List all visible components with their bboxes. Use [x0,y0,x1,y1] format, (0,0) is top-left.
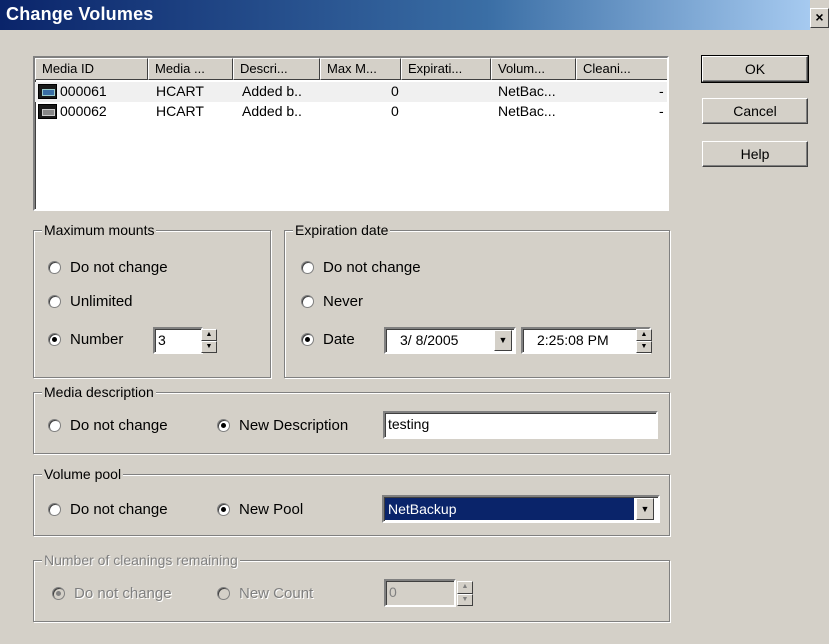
cleanings-label: Number of cleanings remaining [42,552,240,568]
media-description-label: Media description [42,384,156,400]
cell-volume-pool: NetBac... [498,83,556,99]
radio-icon [301,261,314,274]
new-description-radio[interactable]: New Description [217,417,348,434]
pool-select-value: NetBackup [385,498,634,520]
tape-icon [38,104,57,119]
cell-description: Added b.. [242,103,302,119]
volume-pool-label: Volume pool [42,466,124,482]
cell-cleanings: - [659,83,664,99]
pool-select[interactable]: NetBackup [382,495,660,523]
cancel-button[interactable]: Cancel [702,98,808,124]
description-input[interactable]: testing [383,411,658,439]
radio-label: New Pool [239,501,304,518]
radio-icon [48,261,61,274]
radio-icon [48,503,61,516]
cleanings-no-change-radio: Do not change [52,585,172,602]
radio-icon [301,295,314,308]
number-spinner[interactable]: ▲ ▼ [201,329,217,353]
spin-down-icon[interactable]: ▼ [636,341,652,353]
cell-media-id: 000061 [60,83,107,99]
cell-max-mounts: 0 [391,103,399,119]
radio-icon [48,333,61,346]
new-count-radio: New Count [217,585,313,602]
cleanings-group: Number of cleanings remaining Do not cha… [33,552,670,622]
expiration-never-radio[interactable]: Never [301,293,363,310]
cell-description: Added b.. [242,83,302,99]
radio-label: Never [323,293,364,310]
date-dropdown-icon[interactable]: ▼ [494,330,512,351]
cell-media-type: HCART [156,103,204,119]
cell-max-mounts: 0 [391,83,399,99]
max-mounts-number-radio[interactable]: Number [48,331,123,348]
spin-up-icon[interactable]: ▲ [201,329,217,341]
time-field[interactable]: 2:25:08 PM [521,327,651,354]
count-field: 0 [384,579,456,607]
radio-label: Do not change [70,417,168,434]
radio-label: Do not change [70,501,168,518]
table-row[interactable]: 000062 HCART Added b.. 0 NetBac... - [35,102,667,122]
volume-pool-group: Volume pool Do not change New Pool NetBa… [33,466,670,536]
title-bar: Change Volumes × [0,0,829,30]
max-mounts-label: Maximum mounts [42,222,157,238]
number-field[interactable]: 3 [153,327,203,354]
spin-up-icon: ▲ [457,581,473,594]
count-spinner: ▲ ▼ [457,581,473,606]
table-row[interactable]: 000061 HCART Added b.. 0 NetBac... - [35,82,667,102]
spin-down-icon[interactable]: ▼ [201,341,217,353]
expiration-date-radio[interactable]: Date [301,331,355,348]
col-media-id[interactable]: Media ID [35,58,148,80]
new-pool-radio[interactable]: New Pool [217,501,303,518]
spin-up-icon[interactable]: ▲ [636,329,652,341]
cell-media-id: 000062 [60,103,107,119]
col-max-mounts[interactable]: Max M... [320,58,401,80]
pool-no-change-radio[interactable]: Do not change [48,501,168,518]
radio-label: New Count [239,585,314,602]
tape-icon [38,84,57,99]
max-mounts-unlimited-radio[interactable]: Unlimited [48,293,133,310]
radio-label: Date [323,331,355,348]
radio-label: Do not change [70,259,168,276]
spin-down-icon: ▼ [457,593,473,606]
col-media-type[interactable]: Media ... [148,58,233,80]
col-volume-pool[interactable]: Volum... [491,58,576,80]
radio-label: Number [70,331,124,348]
cell-volume-pool: NetBac... [498,103,556,119]
radio-label: Do not change [323,259,421,276]
media-description-group: Media description Do not change New Desc… [33,384,670,454]
radio-label: Do not change [74,585,172,602]
radio-label: Unlimited [70,293,133,310]
window-title: Change Volumes [6,4,154,24]
help-button[interactable]: Help [702,141,808,167]
time-spinner[interactable]: ▲ ▼ [636,329,652,353]
close-button[interactable]: × [810,8,829,28]
col-description[interactable]: Descri... [233,58,320,80]
max-mounts-no-change-radio[interactable]: Do not change [48,259,168,276]
radio-label: New Description [239,417,349,434]
cell-cleanings: - [659,103,664,119]
expiration-label: Expiration date [293,222,391,238]
radio-icon [217,419,230,432]
radio-icon [48,295,61,308]
list-header: Media ID Media ... Descri... Max M... Ex… [35,58,667,80]
cell-media-type: HCART [156,83,204,99]
ok-button[interactable]: OK [701,55,809,83]
col-cleanings[interactable]: Cleani... [576,58,667,80]
radio-icon [48,419,61,432]
radio-icon [52,587,65,600]
radio-icon [301,333,314,346]
description-no-change-radio[interactable]: Do not change [48,417,168,434]
radio-icon [217,587,230,600]
radio-icon [217,503,230,516]
col-expiration[interactable]: Expirati... [401,58,491,80]
expiration-no-change-radio[interactable]: Do not change [301,259,421,276]
expiration-group: Expiration date Do not change Never Date… [284,222,670,378]
max-mounts-group: Maximum mounts Do not change Unlimited N… [33,222,271,378]
volume-list[interactable]: Media ID Media ... Descri... Max M... Ex… [33,56,669,211]
pool-dropdown-icon[interactable]: ▼ [636,498,654,520]
